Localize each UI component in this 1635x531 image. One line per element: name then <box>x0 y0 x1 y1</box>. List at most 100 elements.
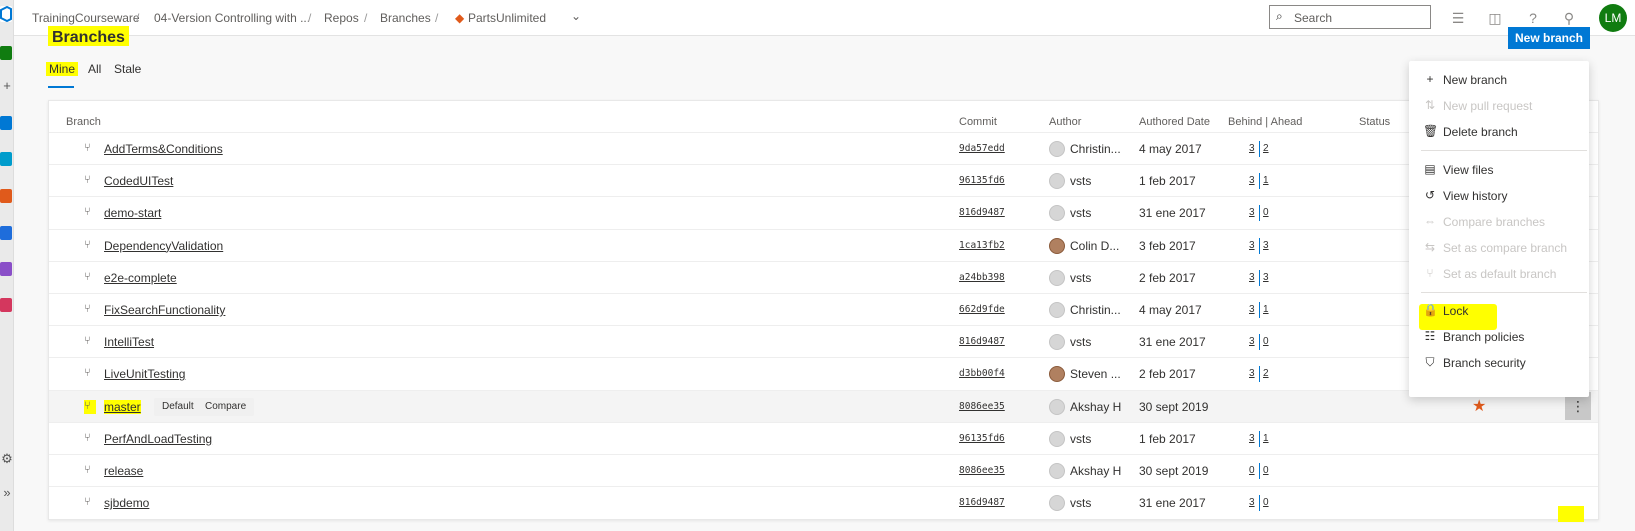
commit-link[interactable]: 8086ee35 <box>959 465 1005 476</box>
overview-icon[interactable] <box>0 116 12 130</box>
repo-git-icon: ◆ <box>455 11 465 25</box>
ahead-count[interactable]: 1 <box>1263 304 1269 315</box>
branch-icon: ⑂ <box>84 238 91 251</box>
table-row[interactable]: ⑂ CodedUITest 96135fd6 vsts 1 feb 2017 3 1 <box>49 164 1598 196</box>
menu-item-view-history[interactable]: ↺ View history <box>1409 183 1589 209</box>
ahead-count[interactable]: 2 <box>1263 368 1269 379</box>
ahead-count[interactable]: 0 <box>1263 497 1269 508</box>
behind-count[interactable]: 3 <box>1249 336 1255 347</box>
table-row[interactable]: ⑂ PerfAndLoadTesting 96135fd6 vsts 1 feb 201… <box>49 421 1598 454</box>
menu-item-branch-policies[interactable]: ☷ Branch policies <box>1409 324 1589 350</box>
behind-count[interactable]: 3 <box>1249 368 1255 379</box>
boards-icon[interactable] <box>0 152 12 166</box>
user-settings-icon[interactable]: ⚲ <box>1560 9 1578 27</box>
list-icon[interactable]: ☰ <box>1449 9 1467 27</box>
menu-item-delete-branch[interactable]: 🗑 Delete branch <box>1409 119 1589 145</box>
breadcrumb-repo[interactable]: PartsUnlimited <box>468 11 546 25</box>
table-row[interactable]: ⑂ IntelliTest 816d9487 vsts 31 ene 2017 3 0 <box>49 325 1598 357</box>
ahead-count[interactable]: 3 <box>1263 272 1269 283</box>
breadcrumb-org[interactable]: TrainingCourseware <box>32 11 140 25</box>
marketplace-bag-icon[interactable]: ◫ <box>1486 9 1504 27</box>
behind-count[interactable]: 3 <box>1249 175 1255 186</box>
table-row[interactable]: ⑂ AddTerms&Conditions 9da57edd Christin... 4… <box>49 132 1598 164</box>
commit-link[interactable]: d3bb00f4 <box>959 368 1005 379</box>
menu-item-branch-security[interactable]: ⛉ Branch security <box>1409 350 1589 376</box>
branch-name-link[interactable]: demo-start <box>104 206 161 220</box>
table-row[interactable]: ⑂ LiveUnitTesting d3bb00f4 Steven ... 2 feb … <box>49 357 1598 389</box>
user-avatar[interactable]: LM <box>1599 4 1627 32</box>
behind-count[interactable]: 3 <box>1249 433 1255 444</box>
tab-stale[interactable]: Stale <box>114 62 141 76</box>
repos-icon[interactable] <box>0 189 12 203</box>
commit-link[interactable]: 816d9487 <box>959 207 1005 218</box>
expand-chevron-icon[interactable]: » <box>0 486 14 500</box>
search-input[interactable]: ⌕ Search <box>1269 5 1431 29</box>
commit-link[interactable]: a24bb398 <box>959 272 1005 283</box>
favorite-highlight <box>1558 506 1584 522</box>
branch-name-link[interactable]: CodedUITest <box>104 174 173 188</box>
ahead-count[interactable]: 1 <box>1263 433 1269 444</box>
table-row[interactable]: ⑂ FixSearchFunctionality 662d9fde Christin.… <box>49 293 1598 325</box>
commit-link[interactable]: 96135fd6 <box>959 175 1005 186</box>
commit-link[interactable]: 8086ee35 <box>959 401 1005 412</box>
branch-name-link[interactable]: sjbdemo <box>104 496 149 510</box>
branch-name-link[interactable]: AddTerms&Conditions <box>104 142 223 156</box>
breadcrumb-repos[interactable]: Repos <box>324 11 359 25</box>
behind-count[interactable]: 3 <box>1249 497 1255 508</box>
project-icon[interactable] <box>0 46 12 60</box>
behind-count[interactable]: 0 <box>1249 465 1255 476</box>
behind-count[interactable]: 3 <box>1249 207 1255 218</box>
table-row[interactable]: ⑂ sjbdemo 816d9487 vsts 31 ene 2017 3 0 <box>49 486 1598 518</box>
menu-item-view-files[interactable]: ▤ View files <box>1409 157 1589 183</box>
author-avatar <box>1049 237 1065 254</box>
commit-link[interactable]: 9da57edd <box>959 143 1005 154</box>
ahead-count[interactable]: 2 <box>1263 143 1269 154</box>
branch-name-link[interactable]: DependencyValidation <box>104 239 223 253</box>
branch-name-link[interactable]: LiveUnitTesting <box>104 367 185 381</box>
table-row[interactable]: ⑂ release 8086ee35 Akshay H 30 sept 2019 0 0 <box>49 454 1598 486</box>
commit-link[interactable]: 662d9fde <box>959 304 1005 315</box>
branch-name-link[interactable]: PerfAndLoadTesting <box>104 432 212 446</box>
menu-item-new-branch[interactable]: + New branch <box>1409 67 1589 93</box>
ahead-count[interactable]: 1 <box>1263 175 1269 186</box>
breadcrumb-project[interactable]: 04-Version Controlling with ... <box>154 11 310 25</box>
branch-name-link[interactable]: release <box>104 464 143 478</box>
tab-mine[interactable]: Mine <box>46 62 79 76</box>
table-row[interactable]: ⑂ e2e-complete a24bb398 vsts 2 feb 2017 3 3 <box>49 260 1598 293</box>
ahead-count[interactable]: 0 <box>1263 207 1269 218</box>
add-icon[interactable]: + <box>0 79 14 93</box>
table-row[interactable]: ⑂ demo-start 816d9487 vsts 31 ene 2017 3 0 <box>49 196 1598 228</box>
history-icon: ↺ <box>1424 188 1436 202</box>
ahead-count[interactable]: 0 <box>1263 336 1269 347</box>
behind-count[interactable]: 3 <box>1249 272 1255 283</box>
behind-count[interactable]: 3 <box>1249 240 1255 251</box>
artifacts-icon[interactable] <box>0 298 12 312</box>
behind-count[interactable]: 3 <box>1249 304 1255 315</box>
table-row[interactable]: ⑂ DependencyValidation 1ca13fb2 Colin D... 3… <box>49 228 1598 261</box>
commit-link[interactable]: 816d9487 <box>959 497 1005 508</box>
commit-link[interactable]: 96135fd6 <box>959 433 1005 444</box>
breadcrumb-branches[interactable]: Branches <box>380 11 431 25</box>
commit-link[interactable]: 1ca13fb2 <box>959 240 1005 251</box>
ahead-count[interactable]: 3 <box>1263 240 1269 251</box>
branch-icon: ⑂ <box>1426 266 1434 280</box>
behind-count[interactable]: 3 <box>1249 143 1255 154</box>
tab-all[interactable]: All <box>88 62 101 76</box>
authored-date: 3 feb 2017 <box>1139 238 1196 253</box>
branch-name-link[interactable]: e2e-complete <box>104 271 177 285</box>
settings-gear-icon[interactable]: ⚙ <box>0 452 14 466</box>
menu-item-lock[interactable]: 🔒 Lock <box>1409 298 1589 324</box>
table-row[interactable]: ⑂ master Default Compare 8086ee35 Akshay H 30 … <box>49 389 1598 422</box>
azure-devops-logo[interactable] <box>0 5 12 23</box>
favorite-star-icon[interactable]: ★ <box>1472 396 1486 416</box>
branch-name-link[interactable]: FixSearchFunctionality <box>104 303 225 317</box>
test-plans-icon[interactable] <box>0 262 12 276</box>
commit-link[interactable]: 816d9487 <box>959 336 1005 347</box>
pipelines-icon[interactable] <box>0 226 12 240</box>
chevron-down-icon[interactable]: ⌄ <box>571 9 581 23</box>
branch-name-link[interactable]: master <box>104 399 141 414</box>
help-icon[interactable]: ? <box>1524 9 1542 27</box>
branch-name-link[interactable]: IntelliTest <box>104 335 154 349</box>
new-branch-button[interactable]: New branch <box>1508 27 1590 49</box>
ahead-count[interactable]: 0 <box>1263 465 1269 476</box>
